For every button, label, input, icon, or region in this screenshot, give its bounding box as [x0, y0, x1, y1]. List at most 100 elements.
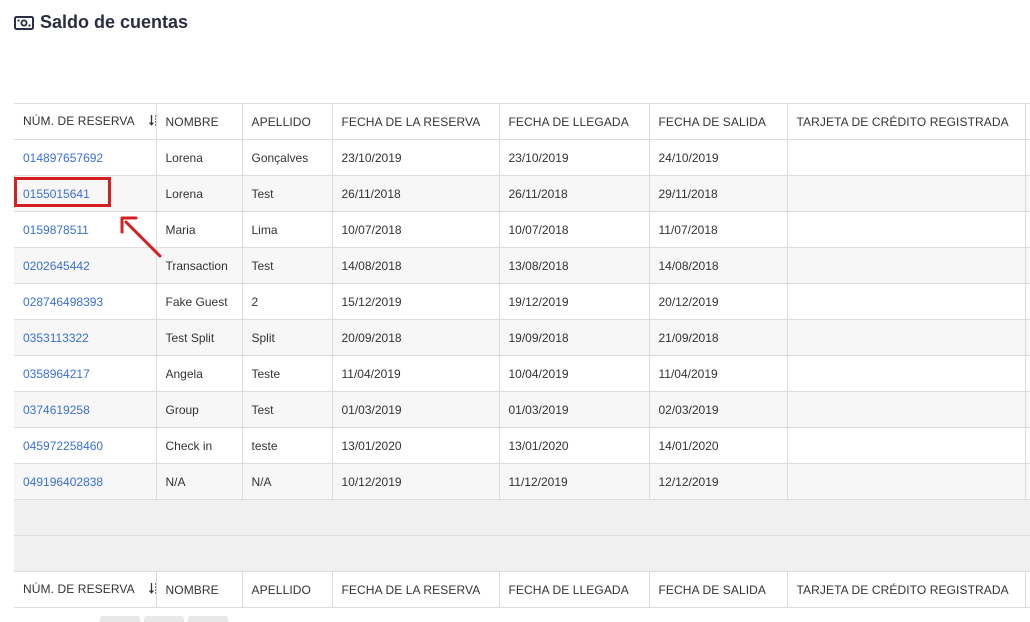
table-cell: 20/12/2019 [649, 283, 788, 320]
footer-column-overflow [1025, 571, 1030, 608]
table-row: 0358964217 Angela Teste 11/04/2019 10/04/201… [14, 355, 1030, 392]
header-column-0[interactable]: NÚM. DE RESERVA [14, 103, 157, 140]
table-cell [787, 427, 1026, 464]
table-cell: Test [242, 247, 333, 284]
table-cell: 10/07/2018 [332, 211, 500, 248]
header-column-2[interactable]: APELLIDO [242, 103, 333, 140]
table-cell-overflow [1025, 283, 1030, 320]
table-cell: 10/07/2018 [499, 211, 650, 248]
table-cell: Lima [242, 211, 333, 248]
sort-descending-icon[interactable] [148, 582, 155, 597]
highlight-box [14, 177, 111, 207]
table-cell [787, 391, 1026, 428]
pagination-button[interactable] [100, 616, 140, 622]
header-column-4[interactable]: FECHA DE LLEGADA [499, 103, 650, 140]
footer-column-6[interactable]: TARJETA DE CRÉDITO REGISTRADA [787, 571, 1026, 608]
reservation-number-link[interactable]: 014897657692 [23, 151, 103, 165]
reservation-number-link[interactable]: 0358964217 [23, 367, 90, 381]
table-cell: Split [242, 319, 333, 356]
reservation-number-link[interactable]: 028746498393 [23, 295, 103, 309]
column-header-label: FECHA DE LLEGADA [508, 114, 629, 129]
table-cell: 13/01/2020 [499, 427, 650, 464]
empty-cell [14, 535, 1030, 572]
column-header-label: FECHA DE LA RESERVA [341, 114, 481, 129]
table-cell: 24/10/2019 [649, 139, 788, 176]
header-column-1[interactable]: NOMBRE [156, 103, 243, 140]
table-cell-overflow [1025, 319, 1030, 356]
column-header-label: FECHA DE LLEGADA [508, 582, 629, 597]
footer-column-5[interactable]: FECHA DE SALIDA [649, 571, 788, 608]
table-cell: 0374619258 [14, 391, 157, 428]
footer-column-1[interactable]: NOMBRE [156, 571, 243, 608]
table-cell: 13/01/2020 [332, 427, 500, 464]
table-cell: 23/10/2019 [332, 139, 500, 176]
table-cell: 26/11/2018 [499, 175, 650, 212]
empty-cell [14, 499, 1030, 536]
reservation-number-link[interactable]: 0353113322 [23, 331, 89, 345]
reservation-number-link[interactable]: 0202645442 [23, 259, 90, 273]
table-cell-overflow [1025, 211, 1030, 248]
header-column-6[interactable]: TARJETA DE CRÉDITO REGISTRADA [787, 103, 1026, 140]
table-cell: 10/04/2019 [499, 355, 650, 392]
table-cell: Fake Guest [156, 283, 243, 320]
table-cell-overflow [1025, 355, 1030, 392]
table-cell: 0358964217 [14, 355, 157, 392]
table-footer: NÚM. DE RESERVA NOMBRE APELLIDO FECHA DE LA… [14, 571, 1030, 608]
table-cell: 26/11/2018 [332, 175, 500, 212]
column-header-label: NOMBRE [165, 114, 219, 129]
table-cell: 12/12/2019 [649, 463, 788, 500]
pagination-button[interactable] [144, 616, 184, 622]
header-column-5[interactable]: FECHA DE SALIDA [649, 103, 788, 140]
table-cell-overflow [1025, 247, 1030, 284]
table-cell: 29/11/2018 [649, 175, 788, 212]
table-cell: teste [242, 427, 333, 464]
table-row: 049196402838 N/A N/A 10/12/2019 11/12/2019 12… [14, 463, 1030, 500]
reservations-table: NÚM. DE RESERVA NOMBRE APELLIDO FECHA DE LA… [14, 103, 1030, 608]
table-cell: 049196402838 [14, 463, 157, 500]
table-cell: 19/09/2018 [499, 319, 650, 356]
reservation-number-link[interactable]: 045972258460 [23, 439, 103, 453]
table-cell: 045972258460 [14, 427, 157, 464]
column-header-label: TARJETA DE CRÉDITO REGISTRADA [796, 114, 1009, 129]
reservation-number-link[interactable]: 0159878511 [23, 223, 89, 237]
table-cell: 11/12/2019 [499, 463, 650, 500]
footer-column-0[interactable]: NÚM. DE RESERVA [14, 571, 157, 608]
table-cell: Maria [156, 211, 243, 248]
table-cell-overflow [1025, 175, 1030, 212]
pagination-button[interactable] [188, 616, 228, 622]
table-cell: 0353113322 [14, 319, 157, 356]
table-row: 0155015641 Lorena Test 26/11/2018 26/11/2018… [14, 175, 1030, 212]
table-cell: 14/01/2020 [649, 427, 788, 464]
footer-column-2[interactable]: APELLIDO [242, 571, 333, 608]
pagination [100, 616, 228, 622]
column-header-label: FECHA DE SALIDA [658, 114, 767, 129]
table-cell: Test Split [156, 319, 243, 356]
footer-column-3[interactable]: FECHA DE LA RESERVA [332, 571, 500, 608]
table-cell: Transaction [156, 247, 243, 284]
table-cell: Check in [156, 427, 243, 464]
table-cell: Test [242, 391, 333, 428]
table-cell: 20/09/2018 [332, 319, 500, 356]
header-column-3[interactable]: FECHA DE LA RESERVA [332, 103, 500, 140]
table-row: 0202645442 Transaction Test 14/08/2018 13/08… [14, 247, 1030, 284]
table-cell: Angela [156, 355, 243, 392]
table-row: 0374619258 Group Test 01/03/2019 01/03/2019 0… [14, 391, 1030, 428]
table-cell: 19/12/2019 [499, 283, 650, 320]
reservation-number-link[interactable]: 049196402838 [23, 475, 103, 489]
reservation-number-link[interactable]: 0374619258 [23, 403, 90, 417]
table-row: 0353113322 Test Split Split 20/09/2018 19/09… [14, 319, 1030, 356]
footer-column-4[interactable]: FECHA DE LLEGADA [499, 571, 650, 608]
table-cell: 15/12/2019 [332, 283, 500, 320]
table-header: NÚM. DE RESERVA NOMBRE APELLIDO FECHA DE LA… [14, 103, 1030, 140]
column-header-label: APELLIDO [251, 582, 311, 597]
column-header-label: APELLIDO [251, 114, 311, 129]
sort-descending-icon[interactable] [148, 114, 155, 129]
table-cell: 01/03/2019 [499, 391, 650, 428]
table-cell [787, 319, 1026, 356]
table-cell: Group [156, 391, 243, 428]
empty-row [14, 499, 1030, 536]
money-bill-icon [14, 15, 34, 30]
column-header-label: NÚM. DE RESERVA [23, 113, 135, 128]
table-cell: 01/03/2019 [332, 391, 500, 428]
table-cell: 11/04/2019 [649, 355, 788, 392]
